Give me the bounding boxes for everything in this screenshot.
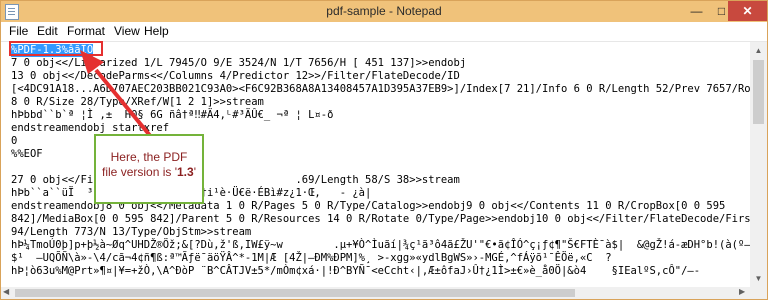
- callout-line2-prefix: file version is ': [102, 165, 177, 179]
- callout-line1: Here, the PDF: [110, 150, 188, 164]
- arrow-head: [80, 50, 104, 74]
- annotation-callout: Here, the PDF file version is '1.3': [94, 134, 204, 204]
- arrow-shaft: [94, 68, 154, 140]
- callout-line2-suffix: ': [193, 165, 196, 179]
- callout-version: 1.3: [177, 165, 194, 179]
